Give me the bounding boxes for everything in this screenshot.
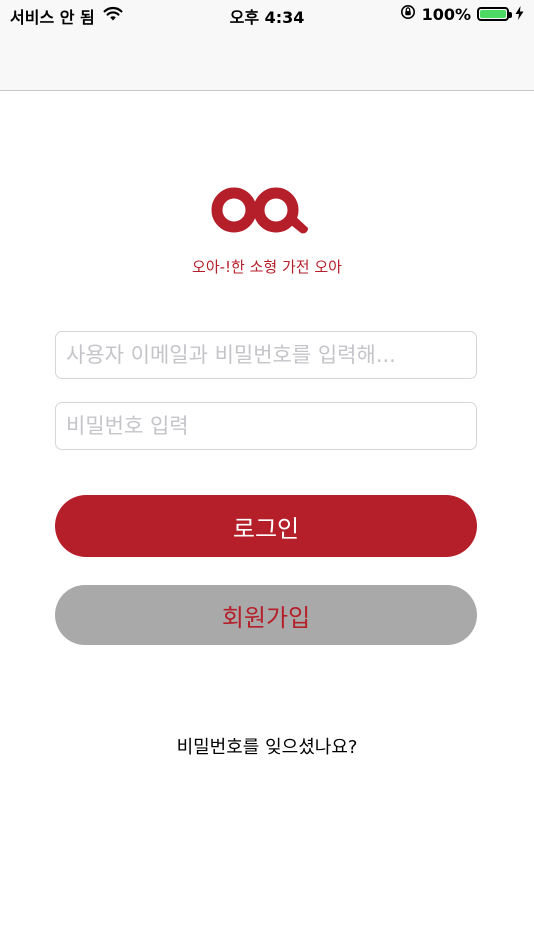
battery-percent: 100% xyxy=(421,4,471,24)
battery-icon xyxy=(477,7,512,21)
status-right: 100% xyxy=(400,4,524,24)
charging-icon xyxy=(515,5,524,24)
email-input[interactable] xyxy=(55,331,477,379)
brand-logo xyxy=(206,182,326,242)
login-button[interactable]: 로그인 xyxy=(55,495,477,557)
forgot-password-link[interactable]: 비밀번호를 잊으셨나요? xyxy=(0,733,534,759)
battery-fill xyxy=(480,10,506,18)
signup-button[interactable]: 회원가입 xyxy=(55,585,477,645)
status-bar: 서비스 안 됨 오후 4:34 100% xyxy=(0,0,534,30)
battery-cap xyxy=(509,12,512,18)
password-input[interactable] xyxy=(55,402,477,450)
brand-tagline: 오아-!한 소형 가전 오아 xyxy=(192,258,342,276)
navigation-bar xyxy=(0,30,534,91)
orientation-lock-icon xyxy=(400,4,416,24)
